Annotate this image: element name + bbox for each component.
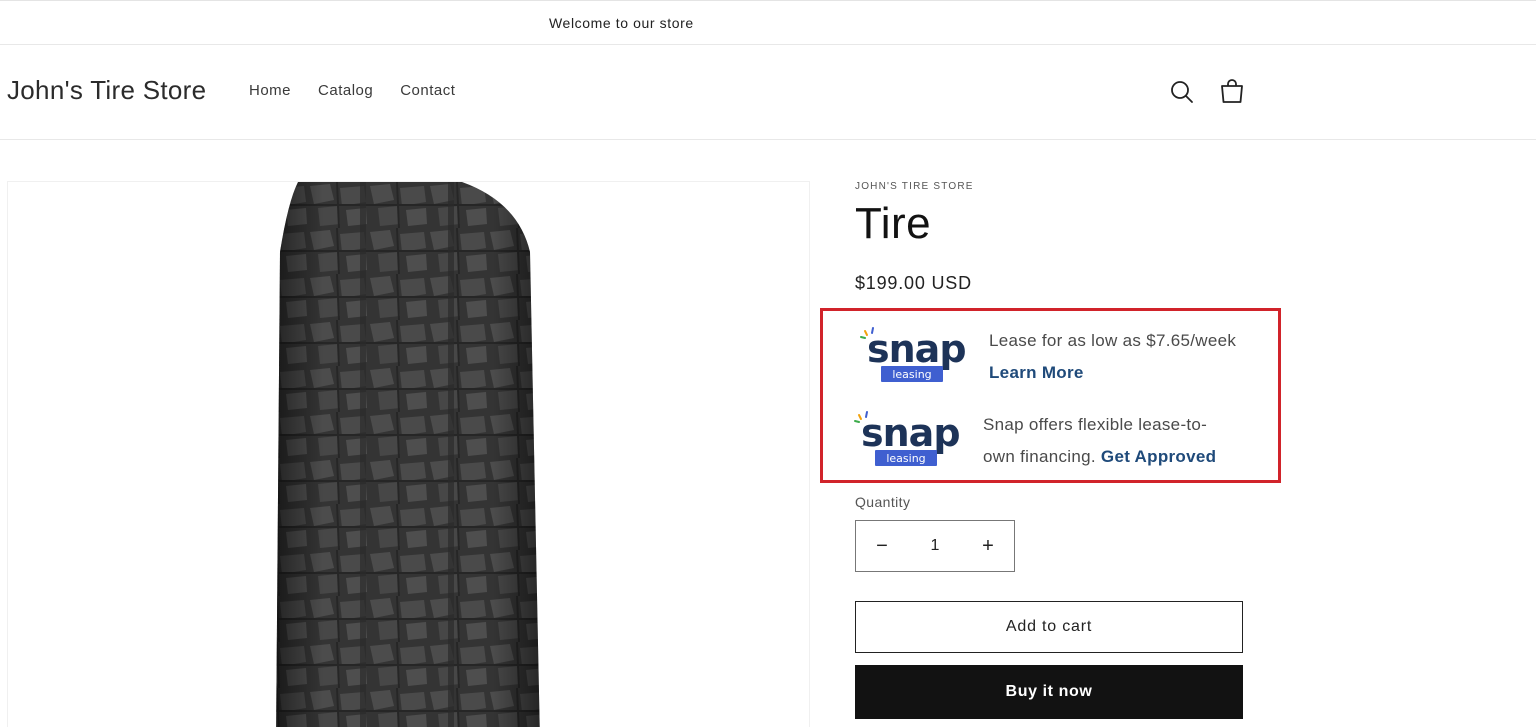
product-image-container[interactable] — [7, 181, 810, 727]
get-approved-link[interactable]: Get Approved — [1101, 447, 1216, 466]
tire-product-image — [276, 182, 540, 727]
announcement-text: Welcome to our store — [549, 15, 694, 31]
cart-icon[interactable] — [1218, 78, 1246, 106]
search-icon[interactable] — [1168, 78, 1196, 106]
product-title: Tire — [855, 199, 932, 248]
announcement-bar: Welcome to our store — [0, 0, 1536, 45]
quantity-increase-button[interactable]: + — [962, 521, 1014, 571]
svg-text:snap: snap — [867, 327, 966, 371]
svg-text:snap: snap — [861, 411, 960, 455]
quantity-label: Quantity — [855, 494, 911, 510]
snap-offer-row: snap leasing Lease for as low as $7.65/w… — [859, 326, 1236, 389]
svg-text:leasing: leasing — [892, 368, 931, 381]
quantity-input[interactable] — [910, 537, 960, 555]
nav-catalog[interactable]: Catalog — [318, 82, 373, 99]
snap-leasing-logo[interactable]: snap leasing — [859, 326, 979, 384]
svg-text:leasing: leasing — [886, 452, 925, 465]
buy-now-button[interactable]: Buy it now — [855, 665, 1243, 719]
product-price: $199.00 USD — [855, 273, 972, 293]
quantity-decrease-button[interactable]: − — [856, 521, 908, 571]
site-header: John's Tire Store Home Catalog Contact — [0, 45, 1536, 140]
main-nav: Home Catalog Contact — [249, 82, 455, 99]
product-vendor: JOHN'S TIRE STORE — [855, 181, 974, 192]
learn-more-link[interactable]: Learn More — [989, 357, 1236, 389]
store-logo[interactable]: John's Tire Store — [7, 75, 206, 106]
nav-contact[interactable]: Contact — [400, 82, 455, 99]
snap-row1-text: Lease for as low as $7.65/week — [989, 331, 1237, 350]
add-to-cart-button[interactable]: Add to cart — [855, 601, 1243, 653]
nav-home[interactable]: Home — [249, 82, 291, 99]
snap-leasing-logo[interactable]: snap leasing — [853, 410, 973, 468]
quantity-stepper: − + — [855, 520, 1015, 572]
snap-offer-row: snap leasing Snap offers flexible lease-… — [853, 410, 1233, 473]
